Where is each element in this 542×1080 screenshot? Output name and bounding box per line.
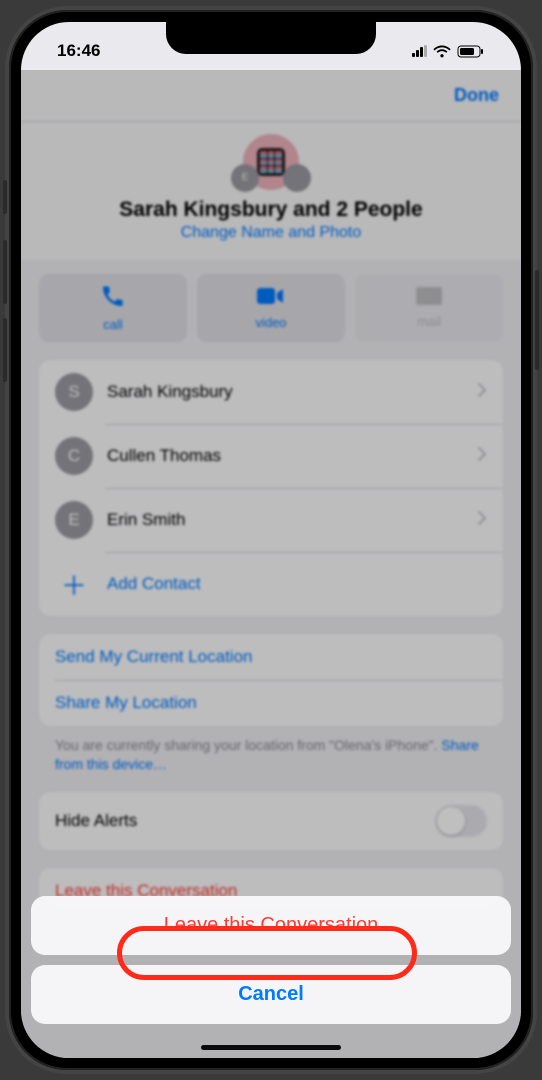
leave-conversation-button[interactable]: Leave this Conversation: [31, 896, 511, 955]
action-sheet: Leave this Conversation Cancel: [31, 896, 511, 1034]
signal-icon: [412, 45, 427, 57]
notch: [166, 22, 376, 54]
status-time: 16:46: [57, 41, 100, 61]
battery-icon: [457, 45, 485, 58]
wifi-icon: [433, 45, 451, 58]
home-indicator[interactable]: [201, 1045, 341, 1050]
cancel-button[interactable]: Cancel: [31, 965, 511, 1024]
